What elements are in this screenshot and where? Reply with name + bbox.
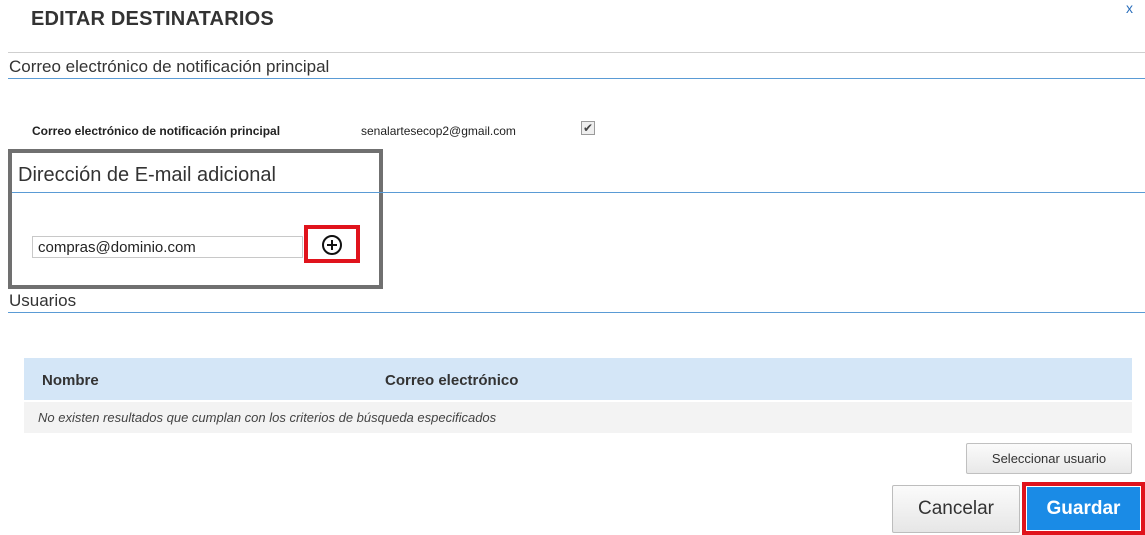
plus-circle-icon — [322, 235, 342, 255]
close-button[interactable]: x — [1126, 0, 1133, 16]
users-table-header: Nombre Correo electrónico — [24, 358, 1132, 400]
select-user-button[interactable]: Seleccionar usuario — [966, 443, 1132, 474]
primary-email-checkbox[interactable]: ✔ — [581, 121, 595, 135]
additional-section-divider — [12, 192, 1145, 193]
users-section-divider — [8, 312, 1145, 313]
users-section-heading: Usuarios — [9, 291, 77, 310]
empty-results-message: No existen resultados que cumplan con lo… — [38, 410, 497, 425]
title-divider — [8, 52, 1145, 53]
primary-section-divider — [8, 78, 1145, 79]
primary-section-heading: Correo electrónico de notificación princ… — [9, 57, 330, 76]
column-header-nombre: Nombre — [42, 372, 99, 389]
dialog-title: EDITAR DESTINATARIOS — [31, 8, 274, 30]
save-button-highlight: Guardar — [1022, 482, 1145, 535]
table-row: No existen resultados que cumplan con lo… — [24, 402, 1132, 433]
save-button[interactable]: Guardar — [1027, 487, 1140, 530]
primary-email-label: Correo electrónico de notificación princ… — [32, 124, 281, 138]
column-header-correo: Correo electrónico — [385, 372, 519, 389]
add-email-button[interactable] — [304, 225, 360, 263]
additional-section-heading: Dirección de E-mail adicional — [18, 164, 276, 186]
additional-email-input[interactable] — [32, 236, 303, 258]
primary-email-value: senalartesecop2@gmail.com — [361, 124, 516, 138]
cancel-button[interactable]: Cancelar — [892, 485, 1020, 533]
